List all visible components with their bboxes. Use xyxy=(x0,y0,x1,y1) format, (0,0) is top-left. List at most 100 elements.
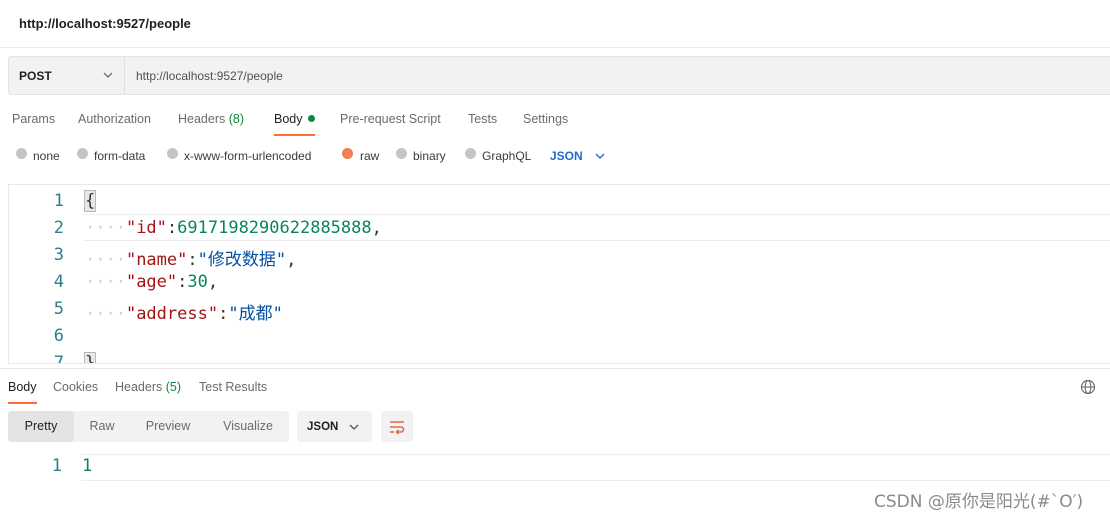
url-input[interactable]: http://localhost:9527/people xyxy=(136,69,283,83)
request-tabs: Params Authorization Headers (8) Body Pr… xyxy=(0,110,700,138)
request-title[interactable]: http://localhost:9527/people xyxy=(19,16,191,31)
body-type-options: none form-data x-www-form-urlencoded raw… xyxy=(0,147,700,167)
response-tab-body[interactable]: Body xyxy=(8,380,37,404)
tab-body[interactable]: Body xyxy=(274,112,315,136)
line-number: 7 xyxy=(53,353,64,364)
json-key: "id" xyxy=(125,218,167,238)
wrap-lines-icon xyxy=(390,421,405,435)
tab-headers[interactable]: Headers (8) xyxy=(178,112,244,126)
headers-count: (8) xyxy=(228,112,245,126)
json-trail: , xyxy=(207,272,219,292)
indent-guide: ···· xyxy=(85,218,126,238)
json-key: "address" xyxy=(125,304,219,324)
wrap-lines-button[interactable] xyxy=(381,411,413,442)
radio-x-www-form-urlencoded[interactable] xyxy=(167,148,178,159)
active-tab-indicator xyxy=(8,402,37,404)
view-raw-button[interactable]: Raw xyxy=(78,411,126,442)
tab-authorization[interactable]: Authorization xyxy=(78,112,151,126)
close-brace: } xyxy=(83,352,97,363)
current-line-highlight xyxy=(81,454,1110,481)
response-tab-headers[interactable]: Headers (5) xyxy=(115,380,181,394)
option-none-label[interactable]: none xyxy=(33,149,60,163)
view-pretty-button[interactable]: Pretty xyxy=(8,411,74,442)
editor-line: 4 ····"age":30, xyxy=(9,268,1110,295)
indent-guide: ···· xyxy=(85,250,126,270)
option-urlencoded-label[interactable]: x-www-form-urlencoded xyxy=(184,149,311,163)
tab-label: Tests xyxy=(468,112,498,126)
json-key: "name" xyxy=(125,250,188,270)
editor-line: 1 { xyxy=(9,187,1110,214)
line-number: 3 xyxy=(53,245,64,265)
response-tab-test-results[interactable]: Test Results xyxy=(199,380,267,394)
response-text: 1 xyxy=(82,456,93,476)
line-number: 1 xyxy=(53,191,64,211)
body-modified-dot xyxy=(307,115,315,122)
indent-guide: ···· xyxy=(85,272,126,292)
indent-guide: ···· xyxy=(85,304,126,324)
json-value: 6917198290622885888 xyxy=(177,218,372,238)
code-text: } xyxy=(83,352,97,363)
response-tabs: Body Cookies Headers (5) Test Results xyxy=(0,378,600,404)
raw-format-select[interactable]: JSON xyxy=(550,149,583,163)
tab-tests[interactable]: Tests xyxy=(468,112,497,126)
json-value: "修改数据" xyxy=(197,250,287,270)
response-tab-cookies[interactable]: Cookies xyxy=(53,380,98,394)
method-select[interactable]: POST xyxy=(9,57,125,94)
response-format-select[interactable]: JSON xyxy=(297,411,372,442)
radio-raw[interactable] xyxy=(342,148,353,159)
json-value: 30 xyxy=(187,272,208,292)
url-bar: POST http://localhost:9527/people xyxy=(8,56,1110,95)
tab-label: Params xyxy=(12,112,56,126)
option-form-data-label[interactable]: form-data xyxy=(94,149,145,163)
radio-binary[interactable] xyxy=(396,148,407,159)
radio-none[interactable] xyxy=(16,148,27,159)
response-view-modes: Pretty Raw Preview Visualize xyxy=(8,411,289,442)
headers-count: (5) xyxy=(165,380,182,394)
tab-label: Test Results xyxy=(199,380,268,394)
editor-line: 2 ····"id":6917198290622885888, xyxy=(9,214,1110,241)
option-graphql-label[interactable]: GraphQL xyxy=(482,149,531,163)
chevron-down-icon xyxy=(103,72,113,78)
editor-line: 7 } xyxy=(9,349,1110,364)
chevron-down-icon xyxy=(595,153,605,159)
radio-form-data[interactable] xyxy=(77,148,88,159)
line-number: 1 xyxy=(51,456,62,476)
request-header-bar: http://localhost:9527/people xyxy=(0,0,1110,48)
code-text: ····"age":30, xyxy=(85,272,219,292)
option-binary-label[interactable]: binary xyxy=(413,149,446,163)
line-number: 2 xyxy=(53,218,64,238)
tab-label: Body xyxy=(8,380,37,394)
json-trail: , xyxy=(286,250,297,270)
chevron-down-icon xyxy=(349,424,359,430)
json-value: "成都" xyxy=(228,304,283,324)
editor-line: 6 xyxy=(9,322,1110,349)
tab-pre-request-script[interactable]: Pre-request Script xyxy=(340,112,441,126)
request-body-editor[interactable]: 1 { 2 ····"id":6917198290622885888, 3 ··… xyxy=(8,184,1110,364)
globe-icon[interactable] xyxy=(1080,379,1096,395)
view-visualize-button[interactable]: Visualize xyxy=(212,411,284,442)
watermark: CSDN @原你是阳光(#`O′) xyxy=(874,492,1084,512)
line-number: 5 xyxy=(53,299,64,319)
tab-label: Settings xyxy=(523,112,569,126)
code-text: ····"name":"修改数据", xyxy=(85,250,297,270)
code-text: ····"address":"成都" xyxy=(85,304,283,324)
tab-label: Pre-request Script xyxy=(340,112,441,126)
radio-graphql[interactable] xyxy=(465,148,476,159)
tab-label: Cookies xyxy=(53,380,99,394)
json-key: "age" xyxy=(125,272,178,292)
editor-line: 5 ····"address":"成都" xyxy=(9,295,1110,324)
tab-label: Authorization xyxy=(78,112,151,126)
format-label: JSON xyxy=(307,421,339,433)
line-number: 6 xyxy=(53,326,64,346)
method-label: POST xyxy=(19,69,52,83)
tab-label: Headers xyxy=(115,380,163,394)
tab-settings[interactable]: Settings xyxy=(523,112,568,126)
response-body-line: 1 1 xyxy=(0,454,1110,481)
open-brace: { xyxy=(83,190,97,212)
response-divider[interactable] xyxy=(0,368,1110,369)
tab-params[interactable]: Params xyxy=(12,112,55,126)
code-text: { xyxy=(83,190,97,212)
editor-line: 3 ····"name":"修改数据", xyxy=(9,241,1110,270)
view-preview-button[interactable]: Preview xyxy=(132,411,204,442)
option-raw-label[interactable]: raw xyxy=(360,149,379,163)
